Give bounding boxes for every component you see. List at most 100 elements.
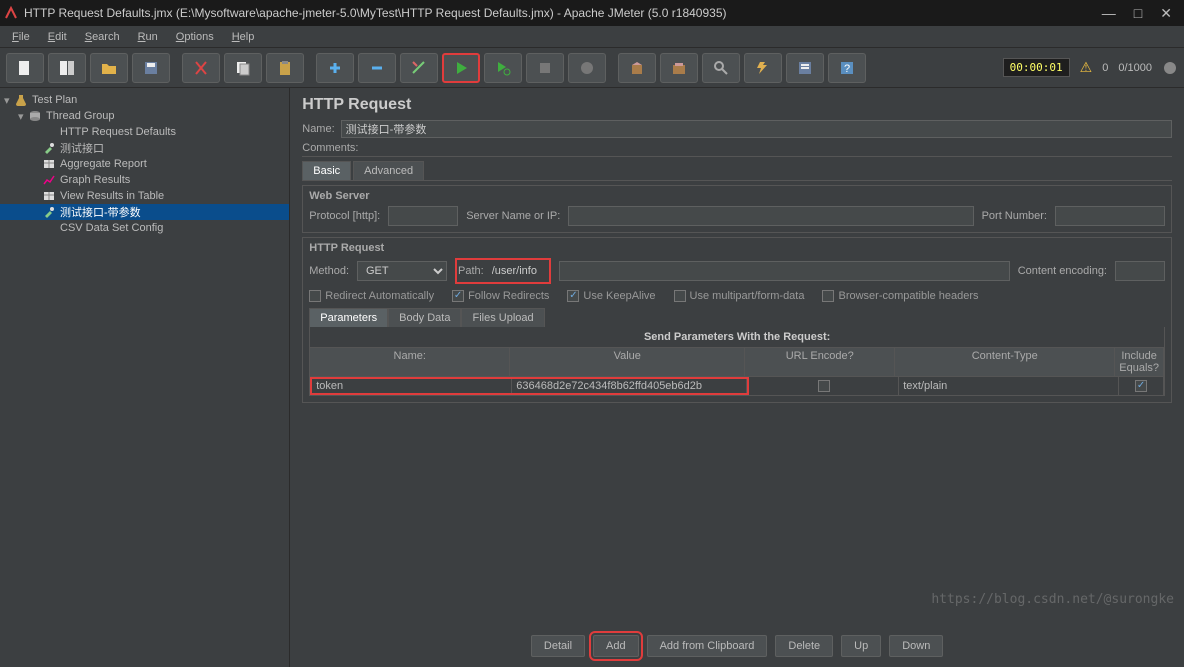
wrench-icon — [42, 221, 56, 235]
menu-run[interactable]: Run — [130, 29, 166, 45]
follow-redirects-check[interactable]: Follow Redirects — [452, 290, 549, 302]
protocol-input[interactable] — [388, 206, 458, 226]
menu-edit[interactable]: Edit — [40, 29, 75, 45]
titlebar: HTTP Request Defaults.jmx (E:\Mysoftware… — [0, 0, 1184, 26]
menu-search[interactable]: Search — [77, 29, 128, 45]
detail-button[interactable]: Detail — [531, 635, 585, 657]
thread-ratio: 0/1000 — [1118, 62, 1152, 74]
function-helper-button[interactable] — [786, 53, 824, 83]
start-button[interactable] — [442, 53, 480, 83]
save-button[interactable] — [132, 53, 170, 83]
tree-item-label: Graph Results — [60, 174, 130, 186]
graph-icon — [42, 173, 56, 187]
tree-item-label: CSV Data Set Config — [60, 222, 163, 234]
subtab-parameters[interactable]: Parameters — [309, 308, 388, 327]
help-button[interactable]: ? — [828, 53, 866, 83]
multipart-check[interactable]: Use multipart/form-data — [674, 290, 805, 302]
menu-help[interactable]: Help — [224, 29, 263, 45]
web-server-legend: Web Server — [309, 190, 1165, 202]
clear-button[interactable] — [618, 53, 656, 83]
close-button[interactable]: ✕ — [1160, 6, 1172, 20]
maximize-button[interactable]: □ — [1134, 6, 1142, 20]
cut-button[interactable] — [182, 53, 220, 83]
method-select[interactable]: GET — [357, 261, 447, 281]
cell-name[interactable]: token — [312, 379, 512, 393]
tree-item-label: Test Plan — [32, 94, 77, 106]
col-url-encode: URL Encode? — [745, 348, 895, 376]
open-button[interactable] — [90, 53, 128, 83]
path-highlight: Path: — [455, 258, 551, 284]
tree-item-label: View Results in Table — [60, 190, 164, 202]
watermark: https://blog.csdn.net/@surongke — [931, 592, 1174, 607]
window-title: HTTP Request Defaults.jmx (E:\Mysoftware… — [24, 6, 1102, 20]
flask-icon — [14, 93, 28, 107]
new-button[interactable] — [6, 53, 44, 83]
cell-include-equals[interactable] — [1119, 377, 1164, 395]
tree-item[interactable]: View Results in Table — [0, 188, 289, 204]
dropper-icon — [42, 205, 56, 219]
browser-headers-check[interactable]: Browser-compatible headers — [822, 290, 978, 302]
tree-item[interactable]: ▾Test Plan — [0, 92, 289, 108]
port-input[interactable] — [1055, 206, 1165, 226]
paste-button[interactable] — [266, 53, 304, 83]
clear-all-button[interactable] — [660, 53, 698, 83]
server-input[interactable] — [568, 206, 973, 226]
expand-button[interactable] — [316, 53, 354, 83]
toggle-button[interactable] — [400, 53, 438, 83]
cell-url-encode[interactable] — [749, 377, 899, 395]
port-label: Port Number: — [982, 210, 1047, 222]
down-button[interactable]: Down — [889, 635, 943, 657]
tab-basic[interactable]: Basic — [302, 161, 351, 180]
collapse-button[interactable] — [358, 53, 396, 83]
table-icon — [42, 189, 56, 203]
tree-item-label: 测试接口 — [60, 140, 104, 156]
templates-button[interactable] — [48, 53, 86, 83]
menu-options[interactable]: Options — [168, 29, 222, 45]
spool-icon — [28, 109, 42, 123]
tree-item-label: 测试接口-带参数 — [60, 204, 141, 220]
tree-item[interactable]: HTTP Request Defaults — [0, 124, 289, 140]
window-controls: — □ ✕ — [1102, 6, 1180, 20]
tree-item[interactable]: 测试接口 — [0, 140, 289, 156]
copy-button[interactable] — [224, 53, 262, 83]
comments-label: Comments: — [302, 142, 358, 154]
table-row[interactable]: token 636468d2e72c434f8b62ffd405eb6d2b t… — [310, 377, 1164, 395]
path-input-extended[interactable] — [559, 261, 1010, 281]
col-name: Name: — [310, 348, 510, 376]
add-from-clipboard-button[interactable]: Add from Clipboard — [647, 635, 768, 657]
reset-search-button[interactable] — [744, 53, 782, 83]
content-encoding-input[interactable] — [1115, 261, 1165, 281]
test-plan-tree[interactable]: ▾Test Plan▾Thread GroupHTTP Request Defa… — [0, 88, 290, 667]
minimize-button[interactable]: — — [1102, 6, 1116, 20]
cell-content-type[interactable]: text/plain — [899, 377, 1119, 395]
stop-button[interactable] — [526, 53, 564, 83]
parameters-table: Name: Value URL Encode? Content-Type Inc… — [309, 348, 1165, 396]
tree-item[interactable]: 测试接口-带参数 — [0, 204, 289, 220]
status-icon — [1162, 60, 1178, 76]
tab-advanced[interactable]: Advanced — [353, 161, 424, 180]
subtab-body-data[interactable]: Body Data — [388, 308, 461, 327]
start-no-timers-button[interactable] — [484, 53, 522, 83]
redirect-auto-check[interactable]: Redirect Automatically — [309, 290, 434, 302]
shutdown-button[interactable] — [568, 53, 606, 83]
cell-value[interactable]: 636468d2e72c434f8b62ffd405eb6d2b — [512, 379, 747, 393]
content-encoding-label: Content encoding: — [1018, 265, 1107, 277]
search-tree-button[interactable] — [702, 53, 740, 83]
tree-item-label: Aggregate Report — [60, 158, 147, 170]
tree-item[interactable]: Graph Results — [0, 172, 289, 188]
dropper-icon — [42, 141, 56, 155]
delete-button[interactable]: Delete — [775, 635, 833, 657]
menubar: File Edit Search Run Options Help — [0, 26, 1184, 48]
tree-item[interactable]: Aggregate Report — [0, 156, 289, 172]
path-input[interactable] — [488, 261, 548, 281]
up-button[interactable]: Up — [841, 635, 881, 657]
subtab-files-upload[interactable]: Files Upload — [461, 308, 544, 327]
server-label: Server Name or IP: — [466, 210, 560, 222]
warning-icon: ⚠ — [1080, 59, 1093, 76]
name-input[interactable] — [341, 120, 1172, 138]
keepalive-check[interactable]: Use KeepAlive — [567, 290, 655, 302]
tree-item[interactable]: ▾Thread Group — [0, 108, 289, 124]
tree-item[interactable]: CSV Data Set Config — [0, 220, 289, 236]
menu-file[interactable]: File — [4, 29, 38, 45]
add-button[interactable]: Add — [593, 635, 639, 657]
